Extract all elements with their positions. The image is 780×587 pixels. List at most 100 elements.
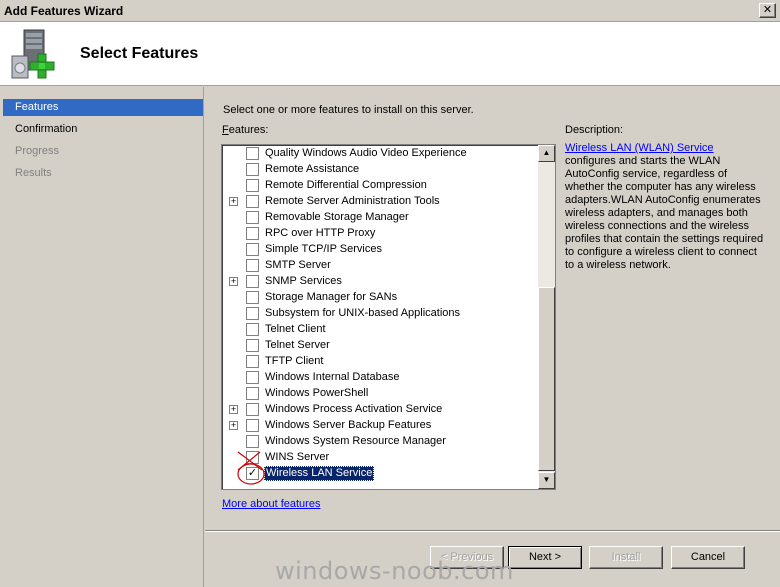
- feature-label: Remote Differential Compression: [265, 179, 427, 191]
- scroll-down-button[interactable]: ▼: [538, 472, 555, 489]
- feature-row[interactable]: + SNMP Services: [222, 274, 538, 290]
- feature-row[interactable]: Simple TCP/IP Services: [222, 242, 538, 258]
- add-features-wizard-window: Add Features Wizard ✕ Select Features Fe…: [0, 0, 780, 587]
- feature-row[interactable]: WINS Server: [222, 450, 538, 466]
- feature-checkbox[interactable]: [246, 403, 259, 416]
- feature-label: Telnet Server: [265, 339, 330, 351]
- feature-row[interactable]: Telnet Server: [222, 338, 538, 354]
- feature-checkbox[interactable]: [246, 323, 259, 336]
- feature-label: Windows Process Activation Service: [265, 403, 443, 415]
- feature-row[interactable]: Storage Manager for SANs: [222, 290, 538, 306]
- install-button[interactable]: Install: [589, 546, 663, 569]
- feature-label: Removable Storage Manager: [265, 211, 409, 223]
- feature-row[interactable]: TFTP Client: [222, 354, 538, 370]
- feature-row[interactable]: + Remote Server Administration Tools: [222, 194, 538, 210]
- feature-checkbox[interactable]: [246, 291, 259, 304]
- features-tree[interactable]: Quality Windows Audio Video Experience Re…: [221, 144, 556, 490]
- feature-checkbox[interactable]: [246, 435, 259, 448]
- expand-plus-icon[interactable]: +: [229, 405, 238, 414]
- scroll-thumb[interactable]: [538, 287, 555, 471]
- feature-row[interactable]: Removable Storage Manager: [222, 210, 538, 226]
- feature-label: Quality Windows Audio Video Experience: [265, 147, 467, 159]
- nav-item-features[interactable]: Features: [3, 99, 203, 116]
- page-title: Select Features: [80, 45, 199, 62]
- arrow-up-icon: ▲: [542, 148, 551, 157]
- feature-checkbox[interactable]: [246, 211, 259, 224]
- feature-checkbox[interactable]: [246, 163, 259, 176]
- feature-row[interactable]: RPC over HTTP Proxy: [222, 226, 538, 242]
- feature-row[interactable]: Remote Differential Compression: [222, 178, 538, 194]
- feature-checkbox[interactable]: [246, 147, 259, 160]
- server-add-icon: [11, 29, 55, 79]
- feature-checkbox[interactable]: [246, 451, 259, 464]
- feature-label: Windows System Resource Manager: [265, 435, 446, 447]
- nav-item-label: Confirmation: [15, 123, 78, 135]
- feature-label: Remote Server Administration Tools: [265, 195, 440, 207]
- feature-row[interactable]: Windows System Resource Manager: [222, 434, 538, 450]
- features-label-accesskey: F: [222, 124, 229, 136]
- button-separator: [205, 530, 780, 532]
- features-scrollbar[interactable]: ▲ ▼: [538, 145, 555, 489]
- feature-label: Telnet Client: [265, 323, 326, 335]
- nav-item-confirmation[interactable]: Confirmation: [3, 121, 203, 138]
- nav-item-label: Features: [15, 101, 59, 113]
- feature-label: Wireless LAN Service: [264, 466, 375, 481]
- expand-plus-icon[interactable]: +: [229, 277, 238, 286]
- description-link[interactable]: Wireless LAN (WLAN) Service: [565, 142, 714, 154]
- feature-checkbox[interactable]: [246, 387, 259, 400]
- feature-row[interactable]: Subsystem for UNIX-based Applications: [222, 306, 538, 322]
- next-button[interactable]: Next >: [508, 546, 582, 569]
- arrow-down-icon: ▼: [542, 475, 551, 484]
- feature-row[interactable]: Remote Assistance: [222, 162, 538, 178]
- description-body: configures and starts the WLAN AutoConfi…: [565, 155, 764, 271]
- wizard-content: Select one or more features to install o…: [205, 87, 780, 532]
- feature-checkbox[interactable]: [246, 227, 259, 240]
- cancel-button[interactable]: Cancel: [671, 546, 745, 569]
- feature-checkbox[interactable]: [246, 195, 259, 208]
- feature-row[interactable]: + Windows Server Backup Features: [222, 418, 538, 434]
- nav-item-label: Progress: [15, 145, 60, 157]
- scroll-up-button[interactable]: ▲: [538, 145, 555, 162]
- feature-label: Windows PowerShell: [265, 387, 369, 399]
- watermark: windows-noob.com: [275, 557, 514, 585]
- feature-row[interactable]: ✓ Wireless LAN Service: [222, 466, 538, 482]
- feature-label: Remote Assistance: [265, 163, 360, 175]
- wizard-nav: Features Confirmation Progress Results: [0, 87, 204, 587]
- feature-label: SMTP Server: [265, 259, 331, 271]
- description-label: Description:: [565, 124, 624, 136]
- nav-item-progress: Progress: [3, 143, 203, 160]
- expand-plus-icon[interactable]: +: [229, 421, 238, 430]
- description-text: Wireless LAN (WLAN) Service configures a…: [565, 142, 765, 272]
- features-label-rest: eatures:: [228, 124, 269, 136]
- features-label: Features:: [222, 124, 268, 136]
- close-icon: ✕: [762, 4, 773, 16]
- feature-checkbox[interactable]: [246, 275, 259, 288]
- title-bar[interactable]: Add Features Wizard ✕: [0, 0, 780, 22]
- feature-checkbox[interactable]: [246, 307, 259, 320]
- feature-checkbox[interactable]: [246, 243, 259, 256]
- expand-plus-icon[interactable]: +: [229, 197, 238, 206]
- more-about-features-link[interactable]: More about features: [222, 498, 320, 510]
- nav-item-label: Results: [15, 167, 52, 179]
- feature-row[interactable]: SMTP Server: [222, 258, 538, 274]
- close-button[interactable]: ✕: [759, 3, 776, 18]
- feature-checkbox[interactable]: ✓: [246, 467, 259, 480]
- feature-checkbox[interactable]: [246, 339, 259, 352]
- feature-row[interactable]: Telnet Client: [222, 322, 538, 338]
- feature-row[interactable]: Quality Windows Audio Video Experience: [222, 146, 538, 162]
- feature-row[interactable]: Windows PowerShell: [222, 386, 538, 402]
- feature-checkbox[interactable]: [246, 419, 259, 432]
- feature-checkbox[interactable]: [246, 371, 259, 384]
- feature-checkbox[interactable]: [246, 179, 259, 192]
- feature-label: Subsystem for UNIX-based Applications: [265, 307, 461, 319]
- feature-label: Windows Internal Database: [265, 371, 400, 383]
- feature-checkbox[interactable]: [246, 259, 259, 272]
- window-title: Add Features Wizard: [4, 4, 124, 18]
- feature-checkbox[interactable]: [246, 355, 259, 368]
- feature-row[interactable]: + Windows Process Activation Service: [222, 402, 538, 418]
- feature-label: WINS Server: [265, 451, 330, 463]
- feature-label: Simple TCP/IP Services: [265, 243, 382, 255]
- feature-row[interactable]: Windows Internal Database: [222, 370, 538, 386]
- wizard-header: Select Features: [0, 22, 780, 86]
- feature-label: SNMP Services: [265, 275, 342, 287]
